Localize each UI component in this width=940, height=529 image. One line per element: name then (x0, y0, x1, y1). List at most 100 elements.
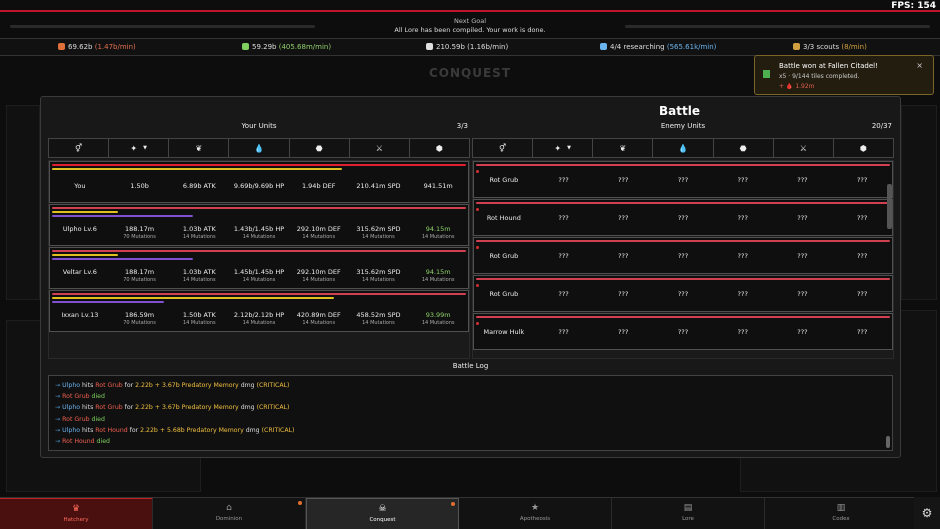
header-shell-icon[interactable]: ⬣ (290, 139, 350, 157)
unit-stat-value: 2.12b/2.12b HP (233, 311, 285, 319)
header-gender-icon[interactable]: ⚥ (49, 139, 110, 157)
codex-icon: ▥ (836, 503, 846, 513)
log-text: dmg (238, 382, 257, 389)
unit-stat: 292.10m DEF 14 Mutations (289, 219, 349, 245)
enemy-row[interactable]: Rot Grub?????????????????? (473, 237, 893, 274)
unit-stat: 1.50b ATK 14 Mutations (169, 305, 229, 331)
unit-stat-value: 188.17m (125, 225, 155, 233)
chevron-down-icon: ▼ (567, 145, 571, 151)
your-units-title: Your Units (241, 122, 277, 130)
unit-row[interactable]: Ixxan Lv.13 186.59m 70 Mutations 1.50b ATK 1… (49, 290, 469, 332)
leaf-icon (242, 43, 249, 50)
mutation-count: 70 Mutations (123, 234, 156, 240)
unit-bar (52, 211, 119, 213)
next-goal-title: Next Goal (453, 17, 486, 25)
enemy-stat: ??? (677, 252, 689, 260)
book-icon: ▤ (683, 503, 693, 513)
tab-codex[interactable]: ▥ Codex (765, 498, 918, 529)
mutation-count: 14 Mutations (421, 234, 455, 240)
unit-stat: 210.41m SPD (349, 176, 409, 202)
crown-icon: ♛ (71, 504, 81, 514)
resource-2: 210.59b (1.16b/min) (426, 43, 508, 51)
unit-stat-value: 315.62m SPD (356, 268, 401, 276)
toast-title: Battle won at Fallen Citadel! (779, 62, 878, 70)
enemy-row[interactable]: Rot Grub?????????????????? (473, 275, 893, 312)
tab-conquest[interactable]: ☠ Conquest (306, 498, 459, 529)
background-left-panel (6, 105, 40, 300)
header-shell-icon[interactable]: ⬣ (714, 139, 774, 157)
mutation-count: 14 Mutations (302, 320, 336, 326)
close-icon[interactable]: × (916, 61, 923, 70)
enemy-stat: ??? (618, 252, 629, 260)
header-claw-icon[interactable]: ⚔ (774, 139, 834, 157)
mutation-count: 14 Mutations (302, 277, 336, 283)
log-text: (CRITICAL) (256, 404, 290, 412)
enemy-stat: ??? (618, 290, 629, 298)
battle-log[interactable]: → Ulpho hits Rot Grub for 2.22b + 3.67b … (48, 375, 893, 451)
header-brain-icon[interactable]: ⬢ (834, 139, 893, 157)
unit-row[interactable]: Ulpho Lv.6 188.17m 70 Mutations 1.03b ATK 14… (49, 204, 469, 246)
tab-apotheosis[interactable]: ★ Apotheosis (459, 498, 612, 529)
resource-4: 3/3 scouts (8/min) (793, 43, 867, 51)
unit-stat-value: 941.51m (423, 182, 453, 190)
unit-stat: 1.50b (110, 176, 170, 202)
enemy-row[interactable]: Rot Hound?????????????????? (473, 199, 893, 236)
header-sparkle-icon[interactable]: ✦ ▼ (109, 139, 170, 157)
tab-dominion[interactable]: ⌂ Dominion (153, 498, 306, 529)
unit-row[interactable]: Veltar Lv.6 188.17m 70 Mutations 1.03b ATK 1… (49, 247, 469, 289)
drop-icon (426, 43, 433, 50)
your-units-list[interactable]: You 1.50b 6.89b ATK 9.69b/9.69b HP 1.94b DEF… (48, 160, 470, 359)
tab-label: Codex (832, 516, 850, 522)
brain-icon: ⬢ (859, 143, 867, 153)
log-text: 2.22b + 3.67b Predatory Memory (135, 382, 239, 389)
unit-row[interactable]: You 1.50b 6.89b ATK 9.69b/9.69b HP 1.94b DEF… (49, 161, 469, 203)
toast-subtitle: x5 · 9/144 tiles completed. (779, 73, 860, 80)
header-drop-icon[interactable]: 💧 (653, 139, 714, 157)
enemy-name: Rot Grub (489, 176, 519, 184)
enemy-stat: ??? (558, 290, 569, 298)
enemy-stat: ??? (737, 176, 748, 184)
enemy-row[interactable]: Rot Grub?????????????????? (473, 161, 893, 198)
battle-log-scrollbar[interactable] (886, 436, 890, 448)
header-wings-icon[interactable]: ❦ (169, 139, 230, 157)
enemy-stat: ??? (737, 252, 748, 260)
mutation-count: 14 Mutations (182, 234, 216, 240)
unit-stat: 188.17m 70 Mutations (110, 219, 170, 245)
header-sparkle-icon[interactable]: ✦ ▼ (533, 139, 594, 157)
header-drop-icon[interactable]: 💧 (229, 139, 290, 157)
unit-bars (52, 207, 466, 219)
shell-icon: ⬣ (315, 143, 323, 153)
scout-icon (793, 43, 800, 50)
enemy-stat: ??? (618, 176, 629, 184)
tab-lore[interactable]: ▤ Lore (612, 498, 765, 529)
tab-label: Apotheosis (519, 516, 551, 522)
enemy-list-scrollbar[interactable] (887, 184, 892, 229)
unit-stat: 941.51m (408, 176, 468, 202)
shell-icon: ⬣ (739, 143, 747, 153)
log-text: 2.22b + 5.68b Predatory Memory (140, 426, 244, 434)
wings-icon: ❦ (195, 143, 203, 153)
gear-icon[interactable]: ⚙ (914, 497, 940, 529)
log-text: Ulpho (62, 404, 81, 412)
enemy-stat: ??? (856, 176, 868, 184)
enemy-units-list[interactable]: Rot Grub?????????????????? Rot Hound?????… (472, 160, 894, 359)
tab-hatchery[interactable]: ♛ Hatchery (0, 498, 153, 529)
unit-stat: 1.03b ATK 14 Mutations (169, 262, 229, 288)
enemy-stat: ??? (797, 176, 808, 184)
battle-won-toast[interactable]: Battle won at Fallen Citadel! x5 · 9/144… (754, 55, 934, 95)
log-text: died (94, 438, 110, 446)
header-brain-icon[interactable]: ⬢ (410, 139, 469, 157)
unit-stat-value: 292.10m DEF (296, 268, 341, 276)
log-entry: → Ulpho hits Rot Grub for 2.22b + 3.67b … (55, 380, 886, 391)
unit-bar (52, 258, 193, 260)
enemy-row[interactable]: Marrow Hulk?????????????????? (473, 313, 893, 350)
header-gender-icon[interactable]: ⚥ (473, 139, 534, 157)
unit-bars (52, 250, 466, 262)
sparkle-icon: ✦ (130, 143, 138, 153)
header-wings-icon[interactable]: ❦ (593, 139, 654, 157)
unit-cells: Veltar Lv.6 188.17m 70 Mutations 1.03b ATK 1… (50, 262, 468, 288)
unit-stat-value: 1.03b ATK (182, 225, 216, 233)
header-claw-icon[interactable]: ⚔ (350, 139, 410, 157)
unit-cells: You 1.50b 6.89b ATK 9.69b/9.69b HP 1.94b DEF… (50, 176, 468, 202)
unit-cells: Ixxan Lv.13 186.59m 70 Mutations 1.50b ATK 1… (50, 305, 468, 331)
